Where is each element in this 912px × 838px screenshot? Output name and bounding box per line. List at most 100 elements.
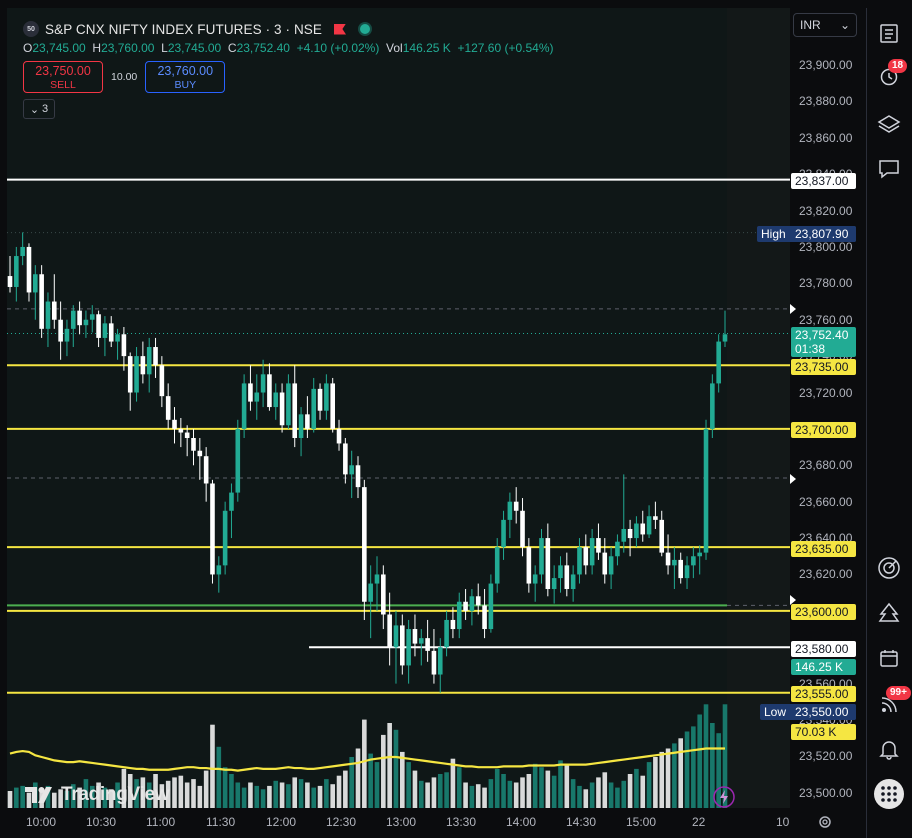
tradingview-logo[interactable]: TradingView xyxy=(25,784,170,806)
candle-body xyxy=(482,605,487,630)
volume-bar xyxy=(444,772,449,808)
candle-body xyxy=(89,314,95,320)
volume-bar xyxy=(596,777,601,808)
volume-bar xyxy=(482,787,487,808)
volume-bar xyxy=(431,777,437,808)
price-tick: 23,680.00 xyxy=(799,458,853,473)
target-icon[interactable] xyxy=(874,553,904,583)
candle-body xyxy=(570,574,576,590)
price-tick: 23,880.00 xyxy=(799,94,853,109)
time-tick: 12:30 xyxy=(326,815,357,829)
price-chart[interactable] xyxy=(7,8,790,808)
bell-icon[interactable] xyxy=(874,734,904,764)
layers-icon[interactable] xyxy=(874,109,904,139)
volume-bar xyxy=(418,780,424,808)
apps-grid-icon[interactable] xyxy=(874,779,904,809)
bar-countdown: 01:38 xyxy=(795,342,826,356)
flag-icon[interactable] xyxy=(334,23,346,35)
candle-body xyxy=(159,365,165,397)
candle-body xyxy=(216,565,222,575)
candle-body xyxy=(564,565,570,590)
candle-body xyxy=(722,334,728,342)
buy-button[interactable]: 23,760.00 BUY xyxy=(145,61,226,93)
low-price-label: 23,550.00 xyxy=(791,704,856,720)
volume-bar xyxy=(260,789,266,808)
chart-legend: 50 S&P CNX NIFTY INDEX FUTURES · 3 · NSE… xyxy=(23,21,554,119)
watchlist-icon[interactable] xyxy=(874,18,904,48)
candle-body xyxy=(134,356,139,393)
candle-body xyxy=(26,246,32,293)
spread-value: 10.00 xyxy=(111,71,138,83)
candle-body xyxy=(418,638,424,644)
volume-bar xyxy=(191,779,196,808)
volume-bar xyxy=(172,777,177,808)
lightning-icon[interactable] xyxy=(713,786,735,808)
candle-body xyxy=(406,629,411,666)
candle-body xyxy=(665,552,671,566)
volume-bar xyxy=(368,753,373,808)
volume-bar xyxy=(400,751,405,808)
volume-bar xyxy=(248,782,253,808)
time-tick: 11:30 xyxy=(206,815,236,829)
time-tick: 13:30 xyxy=(446,815,477,829)
volume-bar xyxy=(456,767,462,808)
candle-body xyxy=(596,538,601,553)
pine-editor-icon[interactable] xyxy=(874,598,904,628)
candle-body xyxy=(14,256,19,287)
volume-bar xyxy=(267,785,272,808)
volume-bar xyxy=(14,787,19,808)
calendar-icon[interactable] xyxy=(874,643,904,673)
price-label-23580: 23,580.00 xyxy=(791,641,856,657)
high-price-label: 23,807.90 xyxy=(791,226,856,242)
alert-marker-icon[interactable] xyxy=(790,474,796,484)
right-sidebar: 18 99+ xyxy=(866,8,912,838)
price-label-23837: 23,837.00 xyxy=(791,173,856,189)
future-area xyxy=(727,8,790,808)
volume-bar xyxy=(7,791,13,808)
volume-bar xyxy=(513,782,519,808)
candle-body xyxy=(387,614,392,648)
alert-marker-icon[interactable] xyxy=(790,595,796,605)
candle-body xyxy=(260,374,266,393)
time-tick: 15:00 xyxy=(626,815,657,829)
candle-body xyxy=(178,428,184,433)
volume-bar xyxy=(539,767,544,808)
ohlc-values: O23,745.00 H23,760.00 L23,745.00 C23,752… xyxy=(23,41,554,55)
volume-bar xyxy=(425,782,430,808)
sell-button[interactable]: 23,750.00 SELL xyxy=(23,61,103,93)
candle-body xyxy=(254,392,260,402)
price-tick: 23,900.00 xyxy=(799,58,853,72)
chart-pane[interactable]: 50 S&P CNX NIFTY INDEX FUTURES · 3 · NSE… xyxy=(7,8,790,808)
candle-body xyxy=(330,383,335,429)
candle-body xyxy=(146,347,152,375)
alarm-clock-icon[interactable]: 18 xyxy=(874,59,908,91)
volume-bar xyxy=(197,785,203,808)
price-tick: 23,520.00 xyxy=(799,749,853,764)
chat-icon[interactable] xyxy=(874,154,904,184)
broadcast-icon[interactable]: 99+ xyxy=(874,686,911,720)
candle-body xyxy=(70,310,76,329)
volume-ma-line xyxy=(9,747,725,772)
candle-body xyxy=(115,334,120,342)
candle-body xyxy=(678,559,684,579)
candle-body xyxy=(494,547,500,584)
candle-body xyxy=(684,565,690,579)
candle-body xyxy=(229,492,234,511)
candle-body xyxy=(64,328,70,342)
candle-body xyxy=(425,638,430,651)
symbol-icon[interactable]: 50 xyxy=(23,21,39,37)
indicators-toggle-button[interactable]: ⌄ 3 xyxy=(23,99,55,119)
candle-body xyxy=(475,596,481,606)
volume-bar xyxy=(210,724,215,808)
candle-body xyxy=(102,323,108,338)
volume-bar xyxy=(406,762,411,808)
candle-body xyxy=(311,388,317,429)
volume-bar xyxy=(678,738,684,808)
symbol-title[interactable]: S&P CNX NIFTY INDEX FUTURES · 3 · NSE xyxy=(45,22,322,37)
alert-marker-icon[interactable] xyxy=(790,304,796,314)
volume-bar xyxy=(463,782,468,808)
volume-bar xyxy=(665,748,671,808)
volume-bar xyxy=(374,762,380,808)
settings-gear-icon[interactable] xyxy=(817,814,833,830)
candle-body xyxy=(165,396,171,420)
